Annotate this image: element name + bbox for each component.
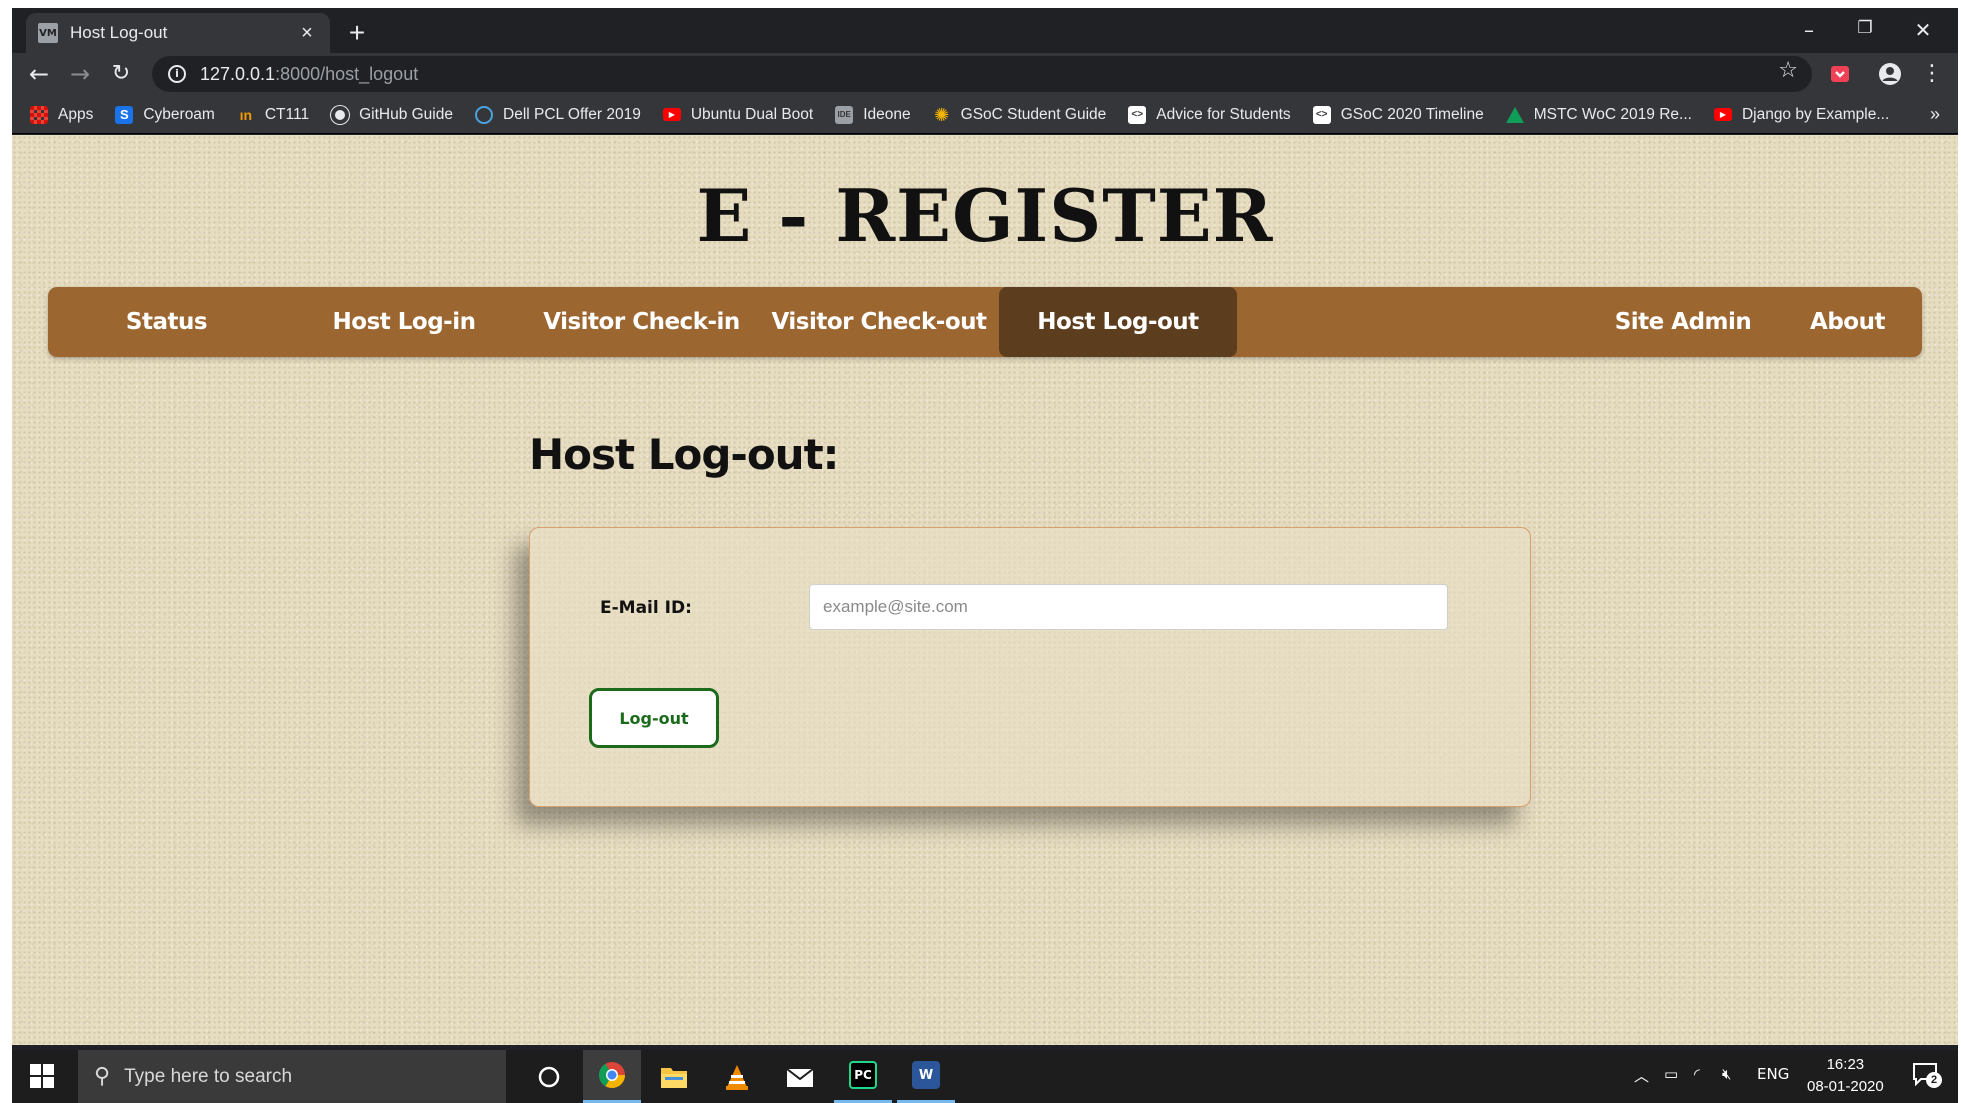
close-window-button[interactable]: ✕ (1908, 18, 1938, 42)
bookmark-django-by-example[interactable]: ▶ Django by Example... (1713, 105, 1890, 124)
page-heading: Host Log-out: (529, 430, 839, 479)
taskbar-search-box[interactable]: ⚲ Type here to search (78, 1050, 506, 1103)
nav-status[interactable]: Status (48, 287, 285, 357)
youtube-icon: ▶ (1713, 108, 1732, 121)
chrome-menu-icon[interactable]: ⋮ (1917, 59, 1947, 89)
nav-host-logout[interactable]: Host Log-out (999, 287, 1237, 357)
bookmark-dell-pcl[interactable]: Dell PCL Offer 2019 (475, 105, 641, 124)
taskbar-clock[interactable]: 16:23 08-01-2020 (1807, 1054, 1884, 1098)
logout-button[interactable]: Log-out (589, 688, 719, 748)
search-icon: ⚲ (94, 1064, 111, 1089)
browser-tab[interactable]: VM Host Log-out × (26, 13, 330, 53)
windows-start-icon[interactable] (30, 1064, 54, 1088)
bookmark-gsoc-student-guide[interactable]: ✺ GSoC Student Guide (933, 104, 1107, 125)
bookmark-label: Apps (58, 105, 94, 123)
bookmark-github-guide[interactable]: GitHub Guide (331, 105, 453, 124)
bookmark-label: Ideone (863, 105, 911, 123)
nav-visitor-checkin[interactable]: Visitor Check-in (523, 287, 760, 357)
github-icon (331, 105, 350, 124)
address-bar[interactable]: i 127.0.0.1:8000/host_logout ☆ (152, 56, 1812, 92)
email-input[interactable] (809, 584, 1448, 630)
bookmark-ideone[interactable]: IDE Ideone (835, 105, 911, 124)
new-tab-button[interactable]: + (342, 18, 372, 48)
bookmark-label: Ubuntu Dual Boot (690, 105, 814, 123)
nav-about[interactable]: About (1773, 287, 1922, 357)
clock-date: 08-01-2020 (1807, 1078, 1884, 1095)
bookmark-star-icon[interactable]: ☆ (1778, 58, 1798, 83)
profile-avatar-icon[interactable] (1875, 59, 1905, 89)
battery-icon[interactable]: ▭ (1664, 1065, 1678, 1083)
input-language[interactable]: ENG (1757, 1065, 1789, 1083)
browser-tab-strip: VM Host Log-out × + – ❐ ✕ (12, 8, 1958, 53)
pocket-extension-icon[interactable] (1825, 59, 1855, 89)
url-path: :8000/host_logout (275, 63, 419, 84)
url-host: 127.0.0.1 (200, 63, 276, 84)
bookmark-apps[interactable]: Apps (30, 105, 94, 124)
bookmark-label: MSTC WoC 2019 Re... (1533, 105, 1692, 123)
tab-title: Host Log-out (70, 23, 168, 42)
nav-host-login[interactable]: Host Log-in (285, 287, 523, 357)
vlc-icon[interactable] (708, 1050, 766, 1103)
bookmark-label: Cyberoam (143, 105, 215, 123)
bookmark-gsoc-2020-timeline[interactable]: <> GSoC 2020 Timeline (1312, 105, 1484, 124)
close-tab-icon[interactable]: × (296, 22, 318, 45)
reload-icon[interactable]: ↻ (106, 59, 136, 89)
bookmark-cyberoam[interactable]: S Cyberoam (115, 105, 215, 124)
chrome-icon[interactable] (583, 1050, 641, 1103)
bookmark-advice-for-students[interactable]: <> Advice for Students (1128, 105, 1291, 124)
bookmark-label: Advice for Students (1156, 105, 1291, 123)
more-bookmarks-chevron-icon[interactable]: » (1930, 104, 1940, 125)
pycharm-icon[interactable]: PC (834, 1050, 892, 1103)
google-drive-icon (1505, 106, 1524, 123)
site-info-icon[interactable]: i (168, 65, 186, 83)
dell-icon (475, 105, 493, 124)
apps-grid-icon (30, 105, 48, 124)
bookmark-mstc-woc[interactable]: MSTC WoC 2019 Re... (1505, 105, 1692, 124)
nav-visitor-checkout[interactable]: Visitor Check-out (760, 287, 998, 357)
gsoc-icon: ✺ (934, 104, 950, 125)
bookmark-label: GSoC 2020 Timeline (1340, 105, 1484, 123)
notification-center-icon[interactable]: 2 (1912, 1062, 1942, 1092)
bookmark-label: Django by Example... (1741, 105, 1890, 123)
word-icon[interactable]: W (897, 1050, 955, 1103)
logout-form-card: E-Mail ID: Log-out (529, 527, 1531, 807)
gsoc-code-icon: <> (1312, 105, 1331, 124)
back-arrow-icon[interactable]: ← (24, 59, 54, 89)
bookmarks-bar: Apps S Cyberoam ın CT111 GitHub Guide De… (12, 96, 1958, 134)
cortana-icon[interactable] (520, 1050, 578, 1103)
notification-count-badge: 2 (1926, 1072, 1942, 1088)
nav-site-admin[interactable]: Site Admin (1593, 287, 1773, 357)
clock-time: 16:23 (1826, 1056, 1865, 1073)
wifi-icon[interactable]: ◜ (1694, 1065, 1700, 1083)
site-title: E - REGISTER (696, 173, 1274, 258)
forward-arrow-icon[interactable]: → (65, 59, 95, 89)
youtube-icon: ▶ (662, 108, 681, 121)
browser-toolbar: ← → ↻ i 127.0.0.1:8000/host_logout ☆ ⋮ (12, 53, 1958, 96)
desktop-screen: VM Host Log-out × + – ❐ ✕ ← → ↻ i 127.0.… (12, 8, 1958, 1103)
bookmark-label: GSoC Student Guide (960, 105, 1107, 123)
bookmark-label: CT111 (264, 105, 310, 123)
main-navigation-bar: Status Host Log-in Visitor Check-in Visi… (48, 287, 1922, 357)
bookmark-ubuntu-dual-boot[interactable]: ▶ Ubuntu Dual Boot (662, 105, 814, 124)
taskbar-search-placeholder: Type here to search (124, 1065, 293, 1087)
bookmark-label: Dell PCL Offer 2019 (503, 105, 641, 123)
volume-muted-icon[interactable]: 🔇︎ (1722, 1065, 1731, 1083)
windows-taskbar: ⚲ Type here to search PC W ︿ ▭ ◜ 🔇︎ ENG (12, 1050, 1958, 1103)
web-page: E - REGISTER Status Host Log-in Visitor … (12, 135, 1958, 1045)
bookmark-label: GitHub Guide (359, 105, 453, 123)
restore-window-button[interactable]: ❐ (1850, 18, 1880, 38)
ideone-icon: IDE (835, 105, 854, 124)
gsoc-code-icon: <> (1128, 105, 1147, 124)
mail-icon[interactable] (771, 1050, 829, 1103)
bookmark-ct111[interactable]: ın CT111 (237, 106, 309, 124)
show-hidden-icons-chevron-icon[interactable]: ︿ (1634, 1065, 1649, 1086)
site-favicon-icon: VM (38, 23, 58, 43)
file-explorer-icon[interactable] (645, 1050, 703, 1103)
email-label: E-Mail ID: (600, 598, 692, 618)
minimize-window-button[interactable]: – (1794, 18, 1824, 42)
ct111-icon: ın (239, 106, 253, 123)
cyberoam-icon: S (115, 105, 134, 124)
